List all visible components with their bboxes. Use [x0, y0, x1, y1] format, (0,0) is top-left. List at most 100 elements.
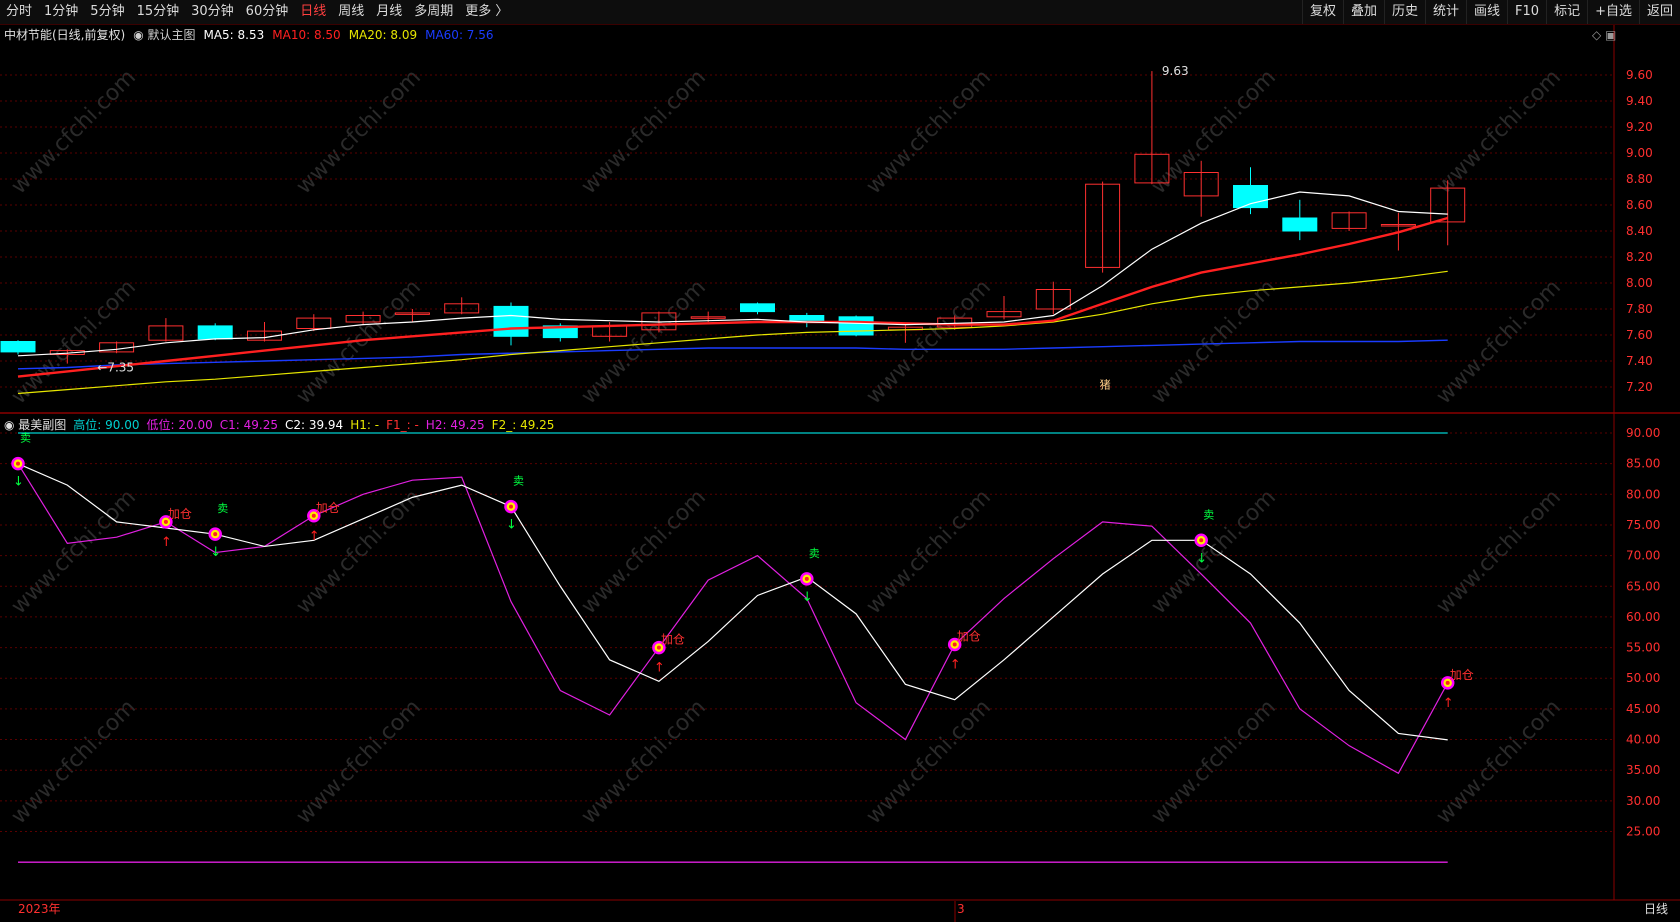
tool-button-1[interactable]: 叠加 — [1342, 0, 1384, 24]
signal-dot-center — [16, 461, 20, 466]
buy-arrow-icon: ↑ — [654, 661, 665, 676]
watermark-text: www.cfchi.com — [292, 695, 426, 829]
tab-timeframe-5[interactable]: 60分钟 — [240, 0, 295, 24]
watermark-text: www.cfchi.com — [292, 275, 426, 409]
sub-y-tick: 65.00 — [1626, 579, 1660, 593]
sub-legend-7: F2_: 49.25 — [492, 418, 555, 432]
period-label: 日线 — [1644, 902, 1668, 916]
tab-timeframe-0[interactable]: 分时 — [0, 0, 38, 24]
tab-timeframe-4[interactable]: 30分钟 — [185, 0, 240, 24]
add-position-tag: 加仓 — [316, 501, 340, 515]
buy-arrow-icon: ↑ — [950, 658, 961, 673]
watermark-text: www.cfchi.com — [862, 275, 996, 409]
ma-legend-1: MA10: 8.50 — [272, 28, 340, 42]
sub-y-tick: 60.00 — [1626, 610, 1660, 624]
buy-arrow-icon: ↑ — [161, 535, 172, 550]
tool-button-4[interactable]: 画线 — [1466, 0, 1507, 24]
main-y-tick: 9.20 — [1626, 120, 1653, 134]
sub-legend: ◉ 最美副图 高位: 90.00 低位: 20.00 C1: 49.25 C2: 39.… — [4, 417, 554, 432]
sub-legend-0: 高位: 90.00 — [73, 417, 139, 432]
sell-arrow-icon: ↓ — [802, 590, 813, 605]
main-y-tick: 7.60 — [1626, 328, 1653, 342]
sell-tag: 卖 — [217, 502, 228, 515]
tab-timeframe-7[interactable]: 周线 — [332, 0, 370, 24]
main-y-tick: 8.20 — [1626, 250, 1653, 264]
tool-button-3[interactable]: 统计 — [1425, 0, 1466, 24]
sub-y-tick: 35.00 — [1626, 763, 1660, 777]
main-y-tick: 8.80 — [1626, 172, 1653, 186]
watermark-text: www.cfchi.com — [577, 485, 711, 619]
tab-timeframe-3[interactable]: 15分钟 — [131, 0, 186, 24]
ma-legend-3: MA60: 7.56 — [425, 28, 493, 42]
ma10-line — [17, 216, 1449, 378]
watermark-text: www.cfchi.com — [292, 485, 426, 619]
sell-tag: 卖 — [20, 432, 31, 445]
main-legend: 中材节能(日线,前复权) ◉ 默认主图 MA5: 8.53 MA10: 8.50 MA2… — [4, 27, 494, 42]
buy-arrow-icon: ↑ — [309, 529, 320, 544]
tool-button-8[interactable]: 返回 — [1638, 0, 1680, 24]
sub-y-tick: 25.00 — [1626, 825, 1660, 839]
watermark-text: www.cfchi.com — [7, 485, 141, 619]
sell-tag: 卖 — [1203, 508, 1214, 521]
sub-legend-4: H1: - — [350, 418, 379, 432]
signal-dot-center — [804, 576, 809, 581]
add-position-tag: 加仓 — [661, 633, 685, 647]
main-y-tick: 8.00 — [1626, 276, 1653, 290]
tab-timeframe-6[interactable]: 日线 — [294, 0, 332, 24]
tab-timeframe-2[interactable]: 5分钟 — [84, 0, 130, 24]
watermark-text: www.cfchi.com — [862, 485, 996, 619]
tool-button-7[interactable]: +自选 — [1587, 0, 1639, 24]
candle-body — [740, 303, 775, 313]
buy-arrow-icon: ↑ — [1443, 696, 1454, 711]
sub-y-tick: 55.00 — [1626, 641, 1660, 655]
pattern-label: 猪 — [1100, 378, 1111, 391]
main-y-tick: 8.40 — [1626, 224, 1653, 238]
tool-button-2[interactable]: 历史 — [1383, 0, 1425, 24]
chart-title: 中材节能(日线,前复权) — [4, 27, 125, 42]
add-position-tag: 加仓 — [957, 630, 981, 644]
main-panel: 9.60 9.40 9.20 9.00 8.80 8.60 8.40 8.20 8.00 7.80… — [0, 27, 1653, 395]
signal-dot-center — [213, 532, 218, 537]
tab-timeframe-1[interactable]: 1分钟 — [38, 0, 84, 24]
tab-timeframe-9[interactable]: 多周期 — [408, 0, 459, 24]
panel-control-icon: ◇ ▣ — [1592, 28, 1616, 42]
ma-legend-0: MA5: 8.53 — [203, 28, 264, 42]
watermark-layer: www.cfchi.com www.cfchi.com www.cfchi.com w… — [7, 65, 1566, 829]
main-y-tick: 7.20 — [1626, 380, 1653, 394]
main-y-tick: 9.40 — [1626, 94, 1653, 108]
tab-timeframe-10[interactable]: 更多 〉 — [459, 0, 514, 24]
signal-dot-center — [1199, 538, 1204, 543]
time-axis-label: 2023年 — [18, 902, 61, 916]
candle-body — [1282, 217, 1318, 232]
watermark-text: www.cfchi.com — [1432, 275, 1566, 409]
sub-y-tick: 30.00 — [1626, 794, 1660, 808]
watermark-text: www.cfchi.com — [577, 275, 711, 409]
sell-arrow-icon: ↓ — [13, 475, 24, 490]
sell-arrow-icon: ↓ — [210, 545, 221, 560]
sub-legend-6: H2: 49.25 — [426, 418, 485, 432]
sell-tag: 卖 — [809, 547, 820, 560]
ma-legend-2: MA20: 8.09 — [349, 28, 417, 42]
signal-dot-center — [509, 504, 513, 509]
watermark-text: www.cfchi.com — [1147, 695, 1281, 829]
tool-button-0[interactable]: 复权 — [1301, 0, 1343, 24]
candle-body — [493, 305, 529, 337]
watermark-text: www.cfchi.com — [1147, 485, 1281, 619]
sub-legend-5: F1_: - — [386, 418, 419, 432]
chart-area[interactable]: www.cfchi.com www.cfchi.com www.cfchi.com w… — [0, 25, 1680, 922]
main-y-tick: 9.60 — [1626, 68, 1653, 82]
sub-y-tick: 45.00 — [1626, 702, 1660, 716]
watermark-text: www.cfchi.com — [577, 695, 711, 829]
watermark-text: www.cfchi.com — [1432, 485, 1566, 619]
sub-y-tick: 40.00 — [1626, 733, 1660, 747]
candle-body — [0, 341, 36, 353]
tab-timeframe-8[interactable]: 月线 — [370, 0, 408, 24]
sell-arrow-icon: ↓ — [1196, 551, 1207, 566]
sub-chart-title: ◉ 最美副图 — [4, 418, 66, 432]
sub-legend-2: C1: 49.25 — [220, 418, 278, 432]
sub-y-tick: 85.00 — [1626, 457, 1660, 471]
tool-buttons: 复权 叠加 历史 统计 画线 F10 标记 +自选 返回 — [1301, 0, 1680, 24]
tool-button-5[interactable]: F10 — [1507, 0, 1546, 24]
sell-arrow-icon: ↓ — [506, 518, 517, 533]
tool-button-6[interactable]: 标记 — [1546, 0, 1587, 24]
